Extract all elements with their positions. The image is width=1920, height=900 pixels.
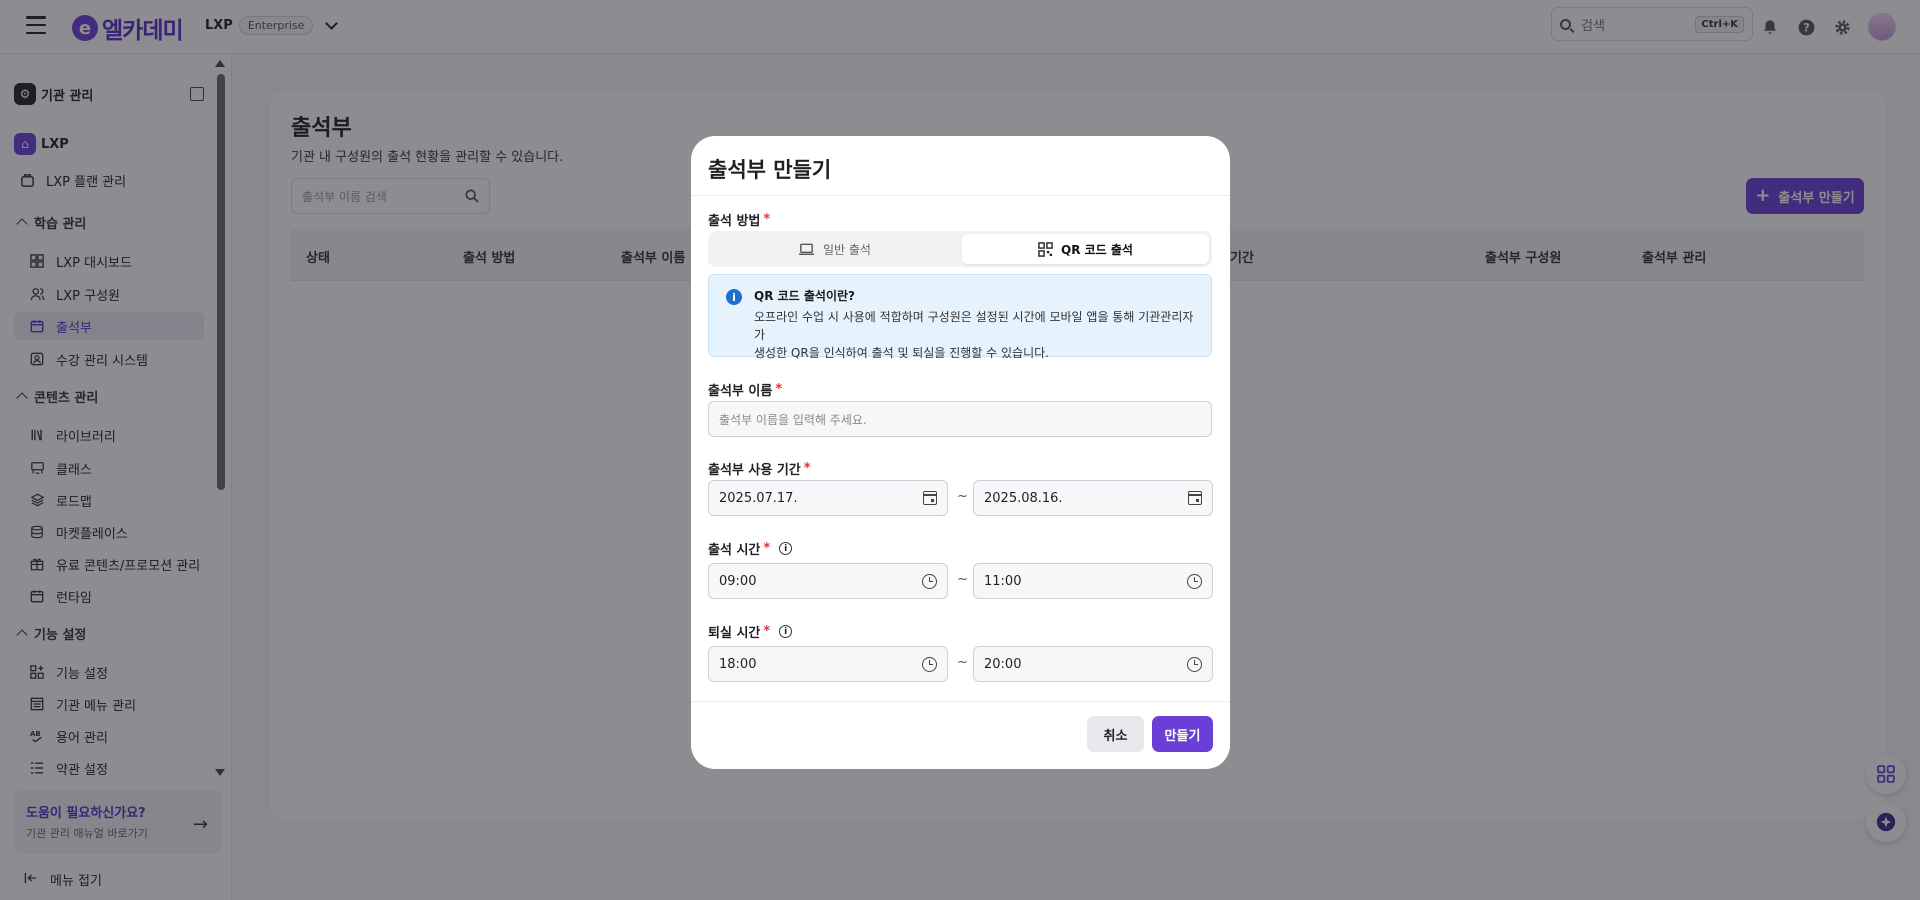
period-label: 출석부 사용 기간 * [708,459,811,478]
create-attendance-modal: 출석부 만들기 출석 방법 * 일반 출석 QR 코드 출석 i QR 코드 출석… [691,136,1230,769]
attend-label-text: 출석 시간 [708,543,761,558]
leave-start-field[interactable]: 18:00 [708,646,948,682]
clock-icon[interactable] [922,573,937,589]
attend-start-field[interactable]: 09:00 [708,563,948,599]
method-option-label: QR 코드 출석 [1061,242,1133,257]
clock-icon[interactable] [1187,573,1202,589]
period-end-value: 2025.08.16. [984,490,1063,506]
info-icon[interactable]: i [779,625,793,638]
clock-icon[interactable] [922,656,937,672]
divider [691,701,1230,702]
notice-body: 오프라인 수업 시 사용에 적합하며 구성원은 설정된 시간에 모바일 앱을 통… [754,308,1199,362]
method-option-qr[interactable]: QR 코드 출석 [962,234,1209,264]
period-end-field[interactable]: 2025.08.16. [973,480,1213,516]
attend-end-value: 11:00 [984,573,1022,589]
info-icon: i [726,289,742,305]
notice-title: QR 코드 출석이란? [754,289,855,303]
clock-icon[interactable] [1187,656,1202,672]
range-separator: ~ [957,655,968,670]
name-label: 출석부 이름 * [708,380,782,399]
required-mark: * [775,382,783,397]
range-separator: ~ [957,489,968,504]
leave-end-field[interactable]: 20:00 [973,646,1213,682]
period-start-value: 2025.07.17. [719,490,798,506]
method-option-normal[interactable]: 일반 출석 [711,234,958,264]
method-segmented-control: 일반 출석 QR 코드 출석 [708,231,1212,267]
leave-time-label: 퇴실 시간 * i [708,622,793,641]
period-label-text: 출석부 사용 기간 [708,463,801,478]
method-label-text: 출석 방법 [708,214,761,229]
range-separator: ~ [957,572,968,587]
leave-label-text: 퇴실 시간 [708,626,761,641]
calendar-icon[interactable] [923,491,937,505]
notice-line: 오프라인 수업 시 사용에 적합하며 구성원은 설정된 시간에 모바일 앱을 통… [754,310,1194,342]
attend-start-value: 09:00 [719,573,757,589]
qr-code-icon [1038,241,1053,257]
period-start-field[interactable]: 2025.07.17. [708,480,948,516]
attend-time-label: 출석 시간 * i [708,539,793,558]
qr-info-notice: i QR 코드 출석이란? 오프라인 수업 시 사용에 적합하며 구성원은 설정… [708,274,1212,360]
laptop-icon [798,243,815,255]
method-label: 출석 방법 * [708,210,770,229]
required-mark: * [763,541,771,556]
method-option-label: 일반 출석 [823,242,871,257]
info-icon[interactable]: i [779,542,793,555]
create-button[interactable]: 만들기 [1152,716,1213,752]
calendar-icon[interactable] [1188,491,1202,505]
required-mark: * [763,624,771,639]
leave-end-value: 20:00 [984,656,1022,672]
leave-start-value: 18:00 [719,656,757,672]
name-label-text: 출석부 이름 [708,384,773,399]
name-placeholder: 출석부 이름을 입력해 주세요. [719,412,867,427]
required-mark: * [763,212,771,227]
required-mark: * [803,461,811,476]
divider [691,195,1230,196]
cancel-button[interactable]: 취소 [1087,716,1144,752]
attend-end-field[interactable]: 11:00 [973,563,1213,599]
attendance-name-input[interactable]: 출석부 이름을 입력해 주세요. [708,401,1212,437]
modal-title: 출석부 만들기 [708,158,832,182]
notice-line: 생성한 QR을 인식하여 출석 및 퇴실을 진행할 수 있습니다. [754,346,1049,360]
